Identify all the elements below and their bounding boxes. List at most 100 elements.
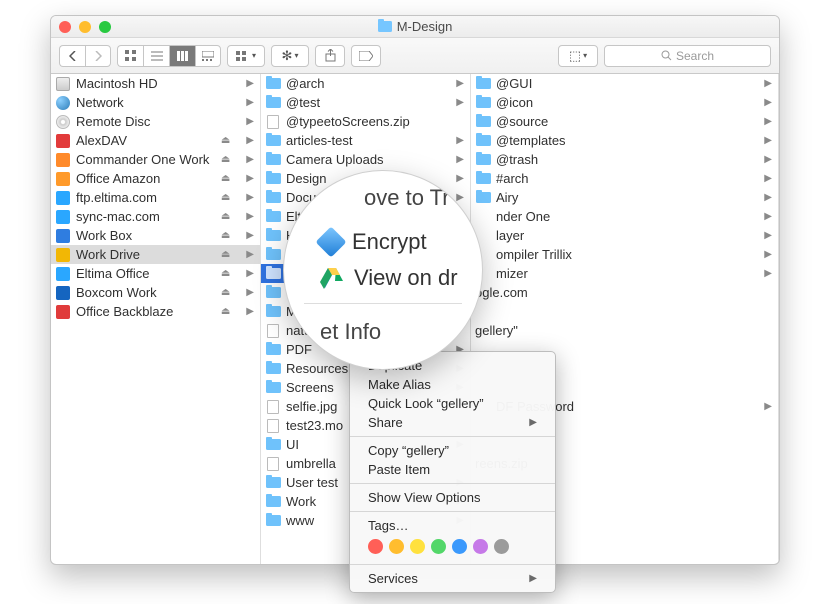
chevron-right-icon: ▶ [764,249,772,260]
list-item[interactable]: @arch▶ [261,74,470,93]
tag-color[interactable] [494,539,509,554]
list-item[interactable]: #arch▶ [471,169,778,188]
item-label: Macintosh HD [76,76,158,91]
tag-color[interactable] [368,539,383,554]
share-button[interactable] [315,45,345,67]
menu-item[interactable]: Share▶ [350,413,555,432]
chevron-right-icon: ▶ [764,135,772,146]
chevron-right-icon: ▶ [456,154,464,165]
list-item[interactable]: Remote Disc▶ [51,112,260,131]
tag-color[interactable] [389,539,404,554]
eject-icon[interactable]: ⏏ [221,306,230,317]
list-item[interactable]: @typeetoScreens.zip [261,112,470,131]
list-item[interactable]: ompiler Trillix▶ [471,245,778,264]
eject-icon[interactable]: ⏏ [221,173,230,184]
minimize-button[interactable] [79,21,91,33]
list-item[interactable]: Boxcom Work⏏▶ [51,283,260,302]
context-menu[interactable]: DuplicateMake AliasQuick Look “gellery”S… [349,351,556,593]
titlebar[interactable]: M-Design [51,16,779,38]
list-item[interactable]: articles-test▶ [261,131,470,150]
chevron-right-icon: ▶ [246,306,254,317]
chevron-right-icon: ▶ [764,116,772,127]
list-view-button[interactable] [143,45,169,67]
list-item[interactable]: @templates▶ [471,131,778,150]
item-label: Camera Uploads [286,152,384,167]
item-label: @typeetoScreens.zip [286,114,410,129]
eject-icon[interactable]: ⏏ [221,249,230,260]
back-button[interactable] [59,45,85,67]
list-item[interactable]: Camera Uploads ▶ [261,150,470,169]
list-item[interactable]: @test▶ [261,93,470,112]
menu-item[interactable]: Make Alias [350,375,555,394]
list-item[interactable]: Office Backblaze⏏▶ [51,302,260,321]
eject-icon[interactable]: ⏏ [221,154,230,165]
icon-view-button[interactable] [117,45,143,67]
eject-icon[interactable]: ⏏ [221,287,230,298]
list-item[interactable]: Airy▶ [471,188,778,207]
list-item[interactable]: mizer▶ [471,264,778,283]
column-1[interactable]: Macintosh HD▶Network▶Remote Disc▶AlexDAV… [51,74,261,564]
list-item[interactable]: ftp.eltima.com ⏏ ▶ [51,188,260,207]
chevron-right-icon: ▶ [246,268,254,279]
menu-item-label: Tags… [368,518,408,533]
eject-icon[interactable]: ⏏ [221,268,230,279]
tag-color[interactable] [473,539,488,554]
list-item[interactable]: @trash▶ [471,150,778,169]
menu-item-label: Copy “gellery” [368,443,449,458]
chevron-right-icon: ▶ [246,192,254,203]
menu-item[interactable]: Services▶ [350,569,555,588]
action-button[interactable]: ✻▾ [271,45,309,67]
forward-button[interactable] [85,45,111,67]
menu-item[interactable]: Copy “gellery” [350,441,555,460]
list-item[interactable]: Macintosh HD▶ [51,74,260,93]
list-item[interactable]: Commander One Work⏏▶ [51,150,260,169]
menu-item[interactable]: Show View Options [350,488,555,507]
chevron-right-icon: ▶ [246,173,254,184]
eject-icon[interactable]: ⏏ [221,192,230,203]
menu-item[interactable]: Paste Item [350,460,555,479]
tag-color[interactable] [410,539,425,554]
eject-icon[interactable]: ⏏ [221,135,230,146]
tag-color[interactable] [431,539,446,554]
list-item[interactable]: Network▶ [51,93,260,112]
close-button[interactable] [59,21,71,33]
menu-item[interactable]: Quick Look “gellery” [350,394,555,413]
menu-separator [350,483,555,484]
list-item[interactable]: Work Box⏏▶ [51,226,260,245]
eject-icon[interactable]: ⏏ [221,230,230,241]
list-item[interactable]: AlexDAV⏏▶ [51,131,260,150]
item-label: ftp.eltima.com [76,190,157,205]
maximize-button[interactable] [99,21,111,33]
list-item[interactable]: @icon▶ [471,93,778,112]
item-label: @arch [286,76,325,91]
list-item[interactable]: Office Amazon⏏▶ [51,169,260,188]
list-item[interactable]: ogle.com [471,283,778,302]
eject-icon[interactable]: ⏏ [221,211,230,222]
tag-color[interactable] [452,539,467,554]
drive-icon [320,267,344,289]
list-item[interactable]: @GUI▶ [471,74,778,93]
menu-item[interactable]: Tags… [350,516,555,535]
item-label: gellery" [475,323,518,338]
gallery-view-button[interactable] [195,45,221,67]
title-text: M-Design [397,19,453,34]
menu-separator [350,564,555,565]
arrange-button[interactable]: ▾ [227,45,265,67]
item-label: Remote Disc [76,114,150,129]
list-item[interactable]: nder One▶ [471,207,778,226]
menu-item-label: Services [368,571,418,586]
tags-button[interactable] [351,45,381,67]
list-item[interactable]: Eltima Office⏏▶ [51,264,260,283]
column-view-button[interactable] [169,45,195,67]
search-field[interactable]: Search [604,45,771,67]
dropbox-button[interactable]: ⬚▾ [558,45,598,67]
chevron-right-icon: ▶ [246,135,254,146]
list-item[interactable]: sync-mac.com⏏▶ [51,207,260,226]
chevron-right-icon: ▶ [764,154,772,165]
list-item[interactable]: gellery" [471,321,778,340]
list-item[interactable]: layer▶ [471,226,778,245]
magnified-view-row: View on dr [320,265,458,291]
list-item[interactable]: @source▶ [471,112,778,131]
chevron-right-icon: ▶ [246,230,254,241]
list-item[interactable]: Work Drive⏏▶ [51,245,260,264]
